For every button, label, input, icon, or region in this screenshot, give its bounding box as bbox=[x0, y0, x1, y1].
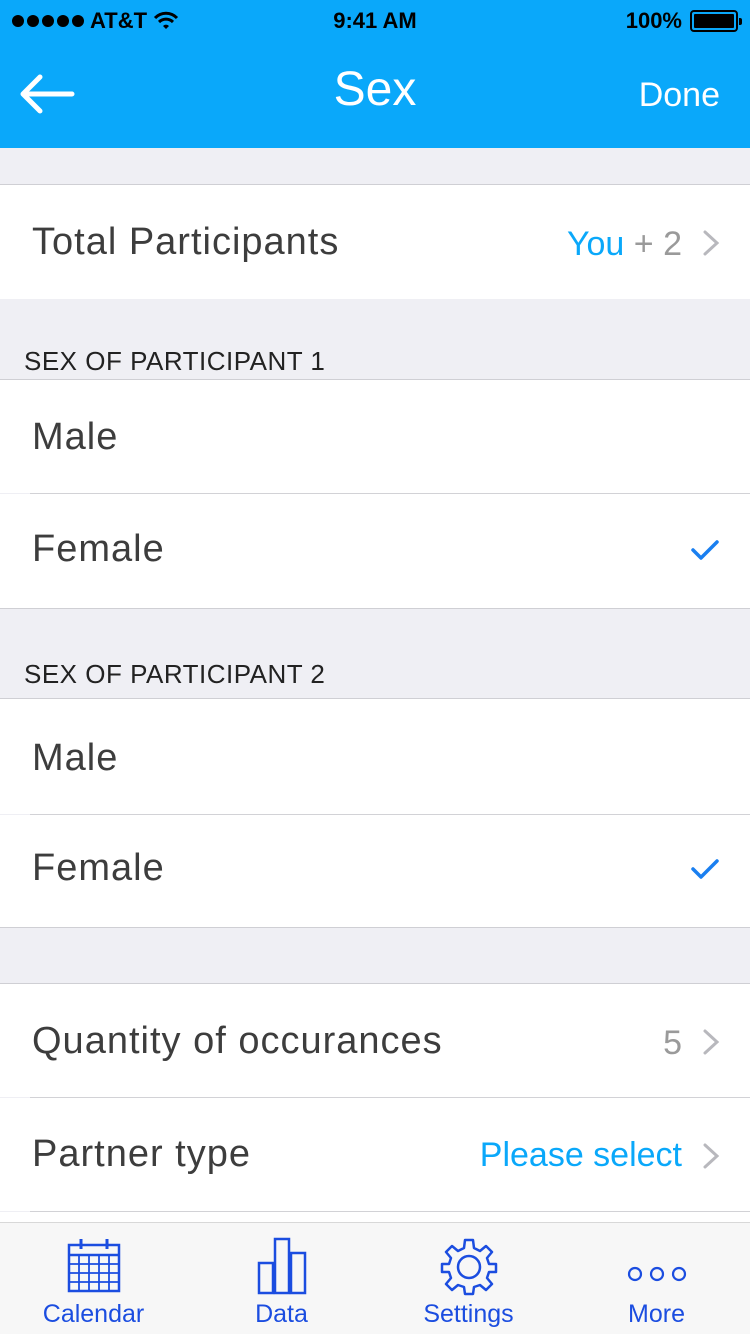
calendar-icon bbox=[67, 1239, 120, 1293]
chevron-right-icon bbox=[703, 1143, 720, 1169]
total-participants-row[interactable]: Total Participants You + 2 bbox=[0, 185, 750, 299]
tab-label: Data bbox=[255, 1300, 308, 1328]
participants-you: You bbox=[566, 225, 625, 263]
participants-plus: + 2 bbox=[633, 225, 682, 263]
battery-icon bbox=[690, 10, 742, 32]
tab-bar: Calendar Data Settings More bbox=[0, 1222, 750, 1334]
tab-data[interactable]: Data bbox=[188, 1223, 375, 1334]
tab-more[interactable]: More bbox=[563, 1223, 750, 1334]
participant2-male-option[interactable]: Male bbox=[0, 699, 750, 814]
bar-chart-icon bbox=[257, 1237, 306, 1295]
option-label: Female bbox=[32, 847, 165, 889]
battery-info: 100% bbox=[625, 8, 742, 34]
tab-label: Settings bbox=[423, 1300, 514, 1328]
checkmark-icon bbox=[691, 540, 719, 560]
tab-calendar[interactable]: Calendar bbox=[0, 1223, 187, 1334]
done-button[interactable]: Done bbox=[639, 76, 720, 115]
participant1-male-option[interactable]: Male bbox=[0, 380, 750, 493]
quantity-label: Quantity of occurances bbox=[32, 1020, 443, 1062]
total-participants-label: Total Participants bbox=[32, 221, 340, 263]
list-item bbox=[0, 1212, 750, 1222]
option-label: Male bbox=[32, 737, 119, 779]
partner-type-row[interactable]: Partner type Please select bbox=[0, 1098, 750, 1211]
participant1-section-header: SEX OF PARTICIPANT 1 bbox=[24, 346, 326, 376]
participant2-female-option[interactable]: Female bbox=[0, 815, 750, 927]
partner-type-label: Partner type bbox=[32, 1133, 251, 1175]
quantity-row[interactable]: Quantity of occurances 5 bbox=[0, 984, 750, 1097]
gear-icon bbox=[440, 1238, 497, 1296]
option-label: Female bbox=[32, 528, 165, 570]
battery-percentage: 100% bbox=[625, 8, 682, 33]
navigation-header: AT&T 9:41 AM 100% Sex Done bbox=[0, 0, 750, 148]
tab-label: More bbox=[628, 1300, 685, 1328]
checkmark-icon bbox=[691, 859, 719, 879]
chevron-right-icon bbox=[703, 230, 720, 256]
tab-settings[interactable]: Settings bbox=[375, 1223, 562, 1334]
total-participants-value: You + 2 bbox=[567, 225, 682, 264]
section-divider bbox=[0, 927, 750, 928]
section-divider bbox=[0, 608, 750, 609]
more-icon bbox=[627, 1266, 686, 1282]
chevron-right-icon bbox=[703, 1029, 720, 1055]
page-title: Sex bbox=[333, 63, 417, 116]
participant2-section-header: SEX OF PARTICIPANT 2 bbox=[24, 659, 326, 689]
tab-label: Calendar bbox=[42, 1300, 145, 1328]
quantity-value: 5 bbox=[663, 1024, 682, 1062]
participant1-female-option[interactable]: Female bbox=[0, 494, 750, 608]
status-bar: AT&T 9:41 AM 100% bbox=[0, 0, 750, 40]
option-label: Male bbox=[32, 416, 119, 458]
partner-type-value: Please select bbox=[479, 1136, 682, 1174]
